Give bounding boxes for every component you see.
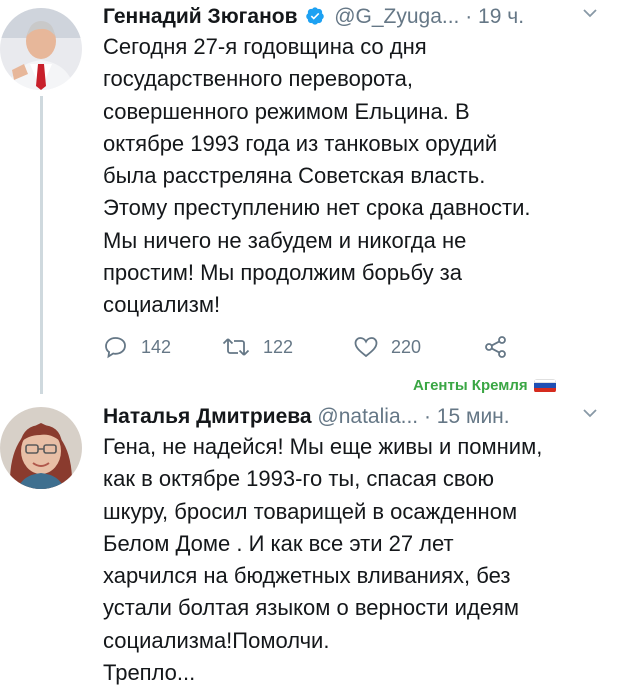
heart-icon <box>354 337 378 358</box>
tweet-actions: 142 122 220 <box>103 335 583 365</box>
tweet-2-header: Наталья Дмитриева @natalia... · 15 мин. <box>103 404 510 430</box>
avatar-zyuganov-image <box>0 8 82 90</box>
author-name[interactable]: Наталья Дмитриева <box>103 405 312 428</box>
russian-flag-icon <box>533 378 556 393</box>
chevron-down-icon[interactable] <box>582 406 598 424</box>
author-handle[interactable]: @natalia... <box>317 405 418 428</box>
avatar-dmitrieva[interactable] <box>0 407 82 489</box>
tweet-text: Гена, не надейся! Мы еще живы и помним, … <box>103 434 543 686</box>
retweet-button[interactable]: 122 <box>221 335 293 359</box>
reply-count: 142 <box>141 336 172 357</box>
retweet-count: 122 <box>263 336 294 357</box>
reply-icon <box>105 337 126 359</box>
reply-button[interactable]: 142 <box>103 335 171 359</box>
tweet-time[interactable]: · 15 мин. <box>424 405 510 428</box>
watermark: Агенты Кремля <box>413 377 556 394</box>
tweet-1-header: Геннадий Зюганов @G_Zyuga... · 19 ч. <box>103 4 524 33</box>
author-handle[interactable]: @G_Zyuga... <box>334 5 459 28</box>
avatar-dmitrieva-image <box>0 407 82 489</box>
share-icon <box>485 336 506 358</box>
watermark-text: Агенты Кремля <box>413 377 528 394</box>
tweet-text: Сегодня 27-я годовщина со дня государств… <box>103 34 531 318</box>
author-name[interactable]: Геннадий Зюганов <box>103 5 298 28</box>
share-button[interactable] <box>483 335 521 359</box>
avatar-zyuganov[interactable] <box>0 8 82 90</box>
chevron-down-icon[interactable] <box>582 6 598 24</box>
retweet-icon <box>222 338 250 356</box>
like-button[interactable]: 220 <box>353 335 421 359</box>
tweet-2[interactable]: Наталья Дмитриева @natalia... · 15 мин. … <box>0 400 620 693</box>
like-count: 220 <box>391 336 422 357</box>
thread-line <box>40 96 43 394</box>
tweet-time[interactable]: · 19 ч. <box>465 5 524 28</box>
verified-badge-icon <box>305 6 325 33</box>
tweet-1[interactable]: Геннадий Зюганов @G_Zyuga... · 19 ч. Сег… <box>0 0 620 400</box>
